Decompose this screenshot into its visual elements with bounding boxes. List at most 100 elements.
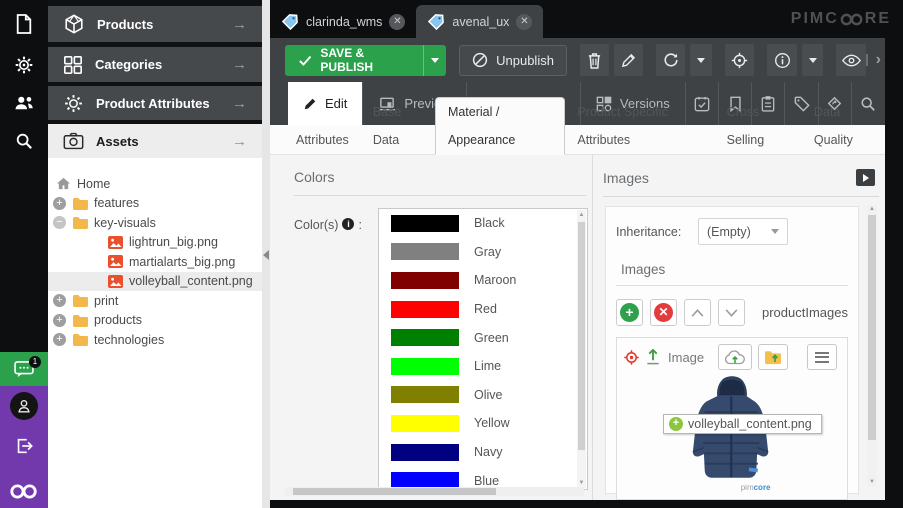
color-option-green[interactable]: Green [379, 323, 587, 352]
move-down-button[interactable] [718, 299, 745, 326]
open-preview-button[interactable] [836, 44, 865, 76]
upload-from-cloud-button[interactable] [718, 344, 752, 370]
folder-icon [72, 197, 88, 210]
delete-button[interactable] [580, 44, 609, 76]
tab-edit[interactable]: Edit [288, 82, 363, 125]
editor-content: Colors Color(s) i : Black Gray Maroon Re… [270, 155, 885, 500]
expand-plus-icon[interactable]: + [53, 314, 66, 327]
move-up-button[interactable] [684, 299, 711, 326]
close-icon[interactable]: ✕ [389, 14, 405, 30]
vertical-scrollbar[interactable]: ▲ ▼ [867, 205, 877, 486]
tree-item-label: key-visuals [94, 216, 156, 230]
tree-item-technologies[interactable]: + technologies [48, 330, 262, 350]
nav-item-products[interactable]: Products → [48, 6, 262, 42]
tree-item-volleyball-selected[interactable]: volleyball_content.png [48, 272, 262, 292]
collapse-panel-icon[interactable] [263, 250, 269, 260]
rename-button[interactable] [614, 44, 643, 76]
images-panel: Inheritance: (Empty) Images + ✕ productI [605, 206, 859, 494]
color-option-black[interactable]: Black [379, 209, 587, 238]
tab-product-specific-attributes[interactable]: Product Specific Attributes [565, 98, 714, 154]
add-image-button[interactable]: + [616, 299, 643, 326]
tree-item-products[interactable]: + products [48, 311, 262, 331]
reload-button[interactable] [656, 44, 685, 76]
x-icon: ✕ [654, 303, 673, 322]
vertical-scrollbar[interactable]: ▲ ▼ [577, 210, 586, 488]
scrollbar-thumb[interactable] [293, 488, 496, 495]
expand-section-button[interactable] [856, 169, 875, 186]
close-icon[interactable]: ✕ [516, 14, 532, 30]
divider [603, 196, 879, 197]
save-options-caret[interactable] [423, 45, 446, 76]
scroll-down-icon[interactable]: ▼ [577, 480, 586, 486]
select-from-assets-button[interactable] [758, 344, 788, 370]
scrollbar-thumb[interactable] [868, 215, 876, 440]
inheritance-dropdown[interactable]: (Empty) [698, 218, 788, 245]
tree-item-key-visuals[interactable]: − key-visuals [48, 213, 262, 233]
nav-item-assets[interactable]: Assets → [48, 124, 262, 158]
tab-clarinda-wms[interactable]: clarinda_wms ✕ [270, 5, 416, 38]
tab-cross-selling[interactable]: Cross Selling [715, 98, 802, 154]
collapse-minus-icon[interactable]: − [53, 216, 66, 229]
logout-icon[interactable] [14, 436, 34, 456]
folder-icon [72, 216, 88, 229]
tab-base-data[interactable]: Base Data [361, 98, 435, 154]
pimcore-infinity-icon[interactable] [9, 483, 39, 500]
info-options-caret[interactable] [802, 44, 824, 76]
documents-icon[interactable] [0, 6, 48, 42]
expand-plus-icon[interactable]: + [53, 197, 66, 210]
expand-plus-icon[interactable]: + [53, 333, 66, 346]
color-option-olive[interactable]: Olive [379, 381, 587, 410]
pimcore-logo: PIMC RE [791, 10, 891, 28]
save-label: SAVE & PUBLISH [320, 46, 408, 74]
color-option-yellow[interactable]: Yellow [379, 409, 587, 438]
trash-icon [587, 52, 602, 69]
tree-item-features[interactable]: + features [48, 194, 262, 214]
info-button[interactable] [767, 44, 796, 76]
image-drop-area[interactable]: + volleyball_content.png pimcore [623, 370, 841, 494]
reload-options-caret[interactable] [690, 44, 712, 76]
expand-plus-icon[interactable]: + [53, 294, 66, 307]
tree-item-print[interactable]: + print [48, 291, 262, 311]
tab-avenal-ux[interactable]: avenal_ux ✕ [416, 5, 543, 38]
nav-item-categories[interactable]: Categories → [48, 47, 262, 82]
scrollbar-thumb[interactable] [578, 222, 585, 450]
scroll-up-icon[interactable]: ▲ [577, 212, 586, 218]
unpublish-button[interactable]: Unpublish [459, 45, 567, 76]
folder-icon [72, 294, 88, 307]
toolbar-overflow[interactable]: › [866, 51, 881, 69]
tab-attributes[interactable]: Attributes [284, 126, 361, 154]
color-option-red[interactable]: Red [379, 295, 587, 324]
tab-material-appearance[interactable]: Material / Appearance [435, 97, 565, 155]
save-and-publish-button[interactable]: SAVE & PUBLISH [285, 45, 446, 76]
tab-data-quality[interactable]: Data Quality [802, 98, 885, 154]
tree-item-home[interactable]: Home [48, 174, 262, 194]
color-option-gray[interactable]: Gray [379, 238, 587, 267]
color-option-maroon[interactable]: Maroon [379, 266, 587, 295]
tree-item-martialarts[interactable]: martialarts_big.png [48, 252, 262, 272]
notifications-chat-button[interactable]: 1 [0, 352, 48, 386]
color-option-navy[interactable]: Navy [379, 438, 587, 467]
tree-item-lightrun[interactable]: lightrun_big.png [48, 233, 262, 253]
scroll-up-icon[interactable]: ▲ [867, 206, 877, 212]
upload-arrow-icon[interactable] [646, 349, 660, 365]
nav-label: Assets [96, 134, 139, 149]
nav-item-product-attributes[interactable]: Product Attributes → [48, 86, 262, 120]
scroll-down-icon[interactable]: ▼ [867, 479, 877, 485]
panel-splitter[interactable] [262, 0, 270, 508]
tab-label: Edit [325, 96, 347, 111]
user-avatar[interactable] [10, 392, 38, 420]
color-swatch [391, 358, 459, 375]
color-option-lime[interactable]: Lime [379, 352, 587, 381]
tree-item-label: print [94, 294, 118, 308]
hotspot-crosshair-icon[interactable] [623, 349, 640, 366]
widget-menu-button[interactable] [807, 344, 837, 370]
remove-image-button[interactable]: ✕ [650, 299, 677, 326]
check-icon [299, 55, 311, 66]
color-multiselect-list[interactable]: Black Gray Maroon Red Green Lime Olive Y… [378, 208, 588, 490]
locate-in-tree-button[interactable] [725, 44, 754, 76]
settings-gear-icon[interactable] [0, 47, 48, 82]
grid-icon [63, 55, 83, 75]
users-icon[interactable] [0, 86, 48, 120]
horizontal-scrollbar[interactable] [285, 487, 584, 496]
search-icon[interactable] [0, 124, 48, 158]
